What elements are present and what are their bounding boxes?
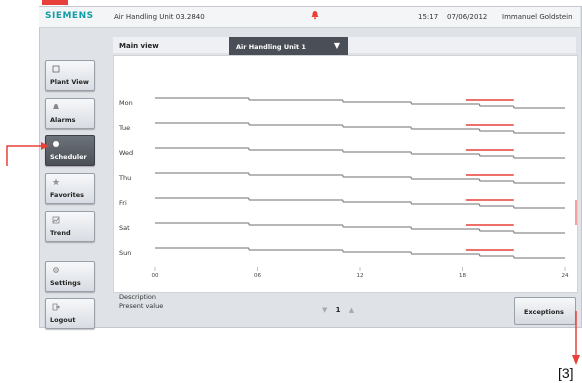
footer-info: Description Present value [119,293,163,311]
exceptions-callout-arrow [572,311,580,365]
nav-trend[interactable]: Trend [45,211,95,242]
day-label: Sat [119,224,130,232]
callout-label: [3] [558,365,574,381]
description-label: Description [119,293,157,301]
nav-label: Trend [50,229,71,237]
trend-icon [52,216,60,224]
star-icon [52,178,60,186]
day-label: Sun [119,249,131,257]
brand-logo: SIEMENS [45,11,94,21]
nav-favorites[interactable]: Favorites [45,173,95,204]
nav-logout[interactable]: Logout [45,298,95,329]
nav-plant-view[interactable]: Plant View [45,60,95,91]
nav-label: Scheduler [50,153,87,161]
x-tick-label: 18 [459,273,466,279]
bell-icon [53,104,59,109]
pager: ▼ 1 ▲ [322,306,354,314]
nav-label: Logout [50,316,76,324]
day-label: Mon [119,99,133,107]
x-tick-label: 06 [254,273,261,279]
clock-time: 15:17 [418,13,439,21]
x-tick-label: 00 [152,273,159,279]
nav-label: Settings [50,279,81,287]
x-tick-label: 12 [357,273,364,279]
day-label: Fri [119,199,127,207]
page-up-icon[interactable]: ▲ [349,306,354,314]
dropdown-value: Air Handling Unit 1 [236,43,306,51]
plant-view-icon [52,65,60,73]
right-edge-marker [575,200,577,225]
nav-settings[interactable]: Settings [45,261,95,292]
page-down-icon[interactable]: ▼ [322,306,327,314]
unit-select-dropdown[interactable]: Air Handling Unit 1 ▼ [229,37,348,55]
dropdown-arrow-icon: ▼ [333,41,340,50]
nav-label: Favorites [50,191,84,199]
page-number: 1 [335,306,341,314]
gear-icon [53,267,59,273]
alarm-bell-icon[interactable] [310,10,320,20]
day-label: Tue [118,124,130,132]
day-label: Wed [119,149,133,157]
clock-date: 07/06/2012 [447,13,488,21]
present-value-label: Present value [119,302,164,310]
nav-label: Plant View [50,78,89,86]
x-tick-label: 24 [562,273,569,279]
exceptions-label: Exceptions [524,308,564,316]
weekly-schedule-chart[interactable]: Mon Tue Wed Thu Fri Sat Sun 00 06 12 18 24 [113,55,578,291]
unit-name: Air Handling Unit 03.2840 [114,13,205,21]
day-label: Thu [118,174,131,182]
scheduler-callout-arrow [6,142,49,166]
user-name[interactable]: Immanuel Goldstein [502,13,573,21]
page-title: Main view [119,42,159,50]
top-annotation-marker [42,0,68,5]
nav-alarms[interactable]: Alarms [45,98,95,129]
logout-icon [52,303,60,311]
nav-label: Alarms [50,116,76,124]
